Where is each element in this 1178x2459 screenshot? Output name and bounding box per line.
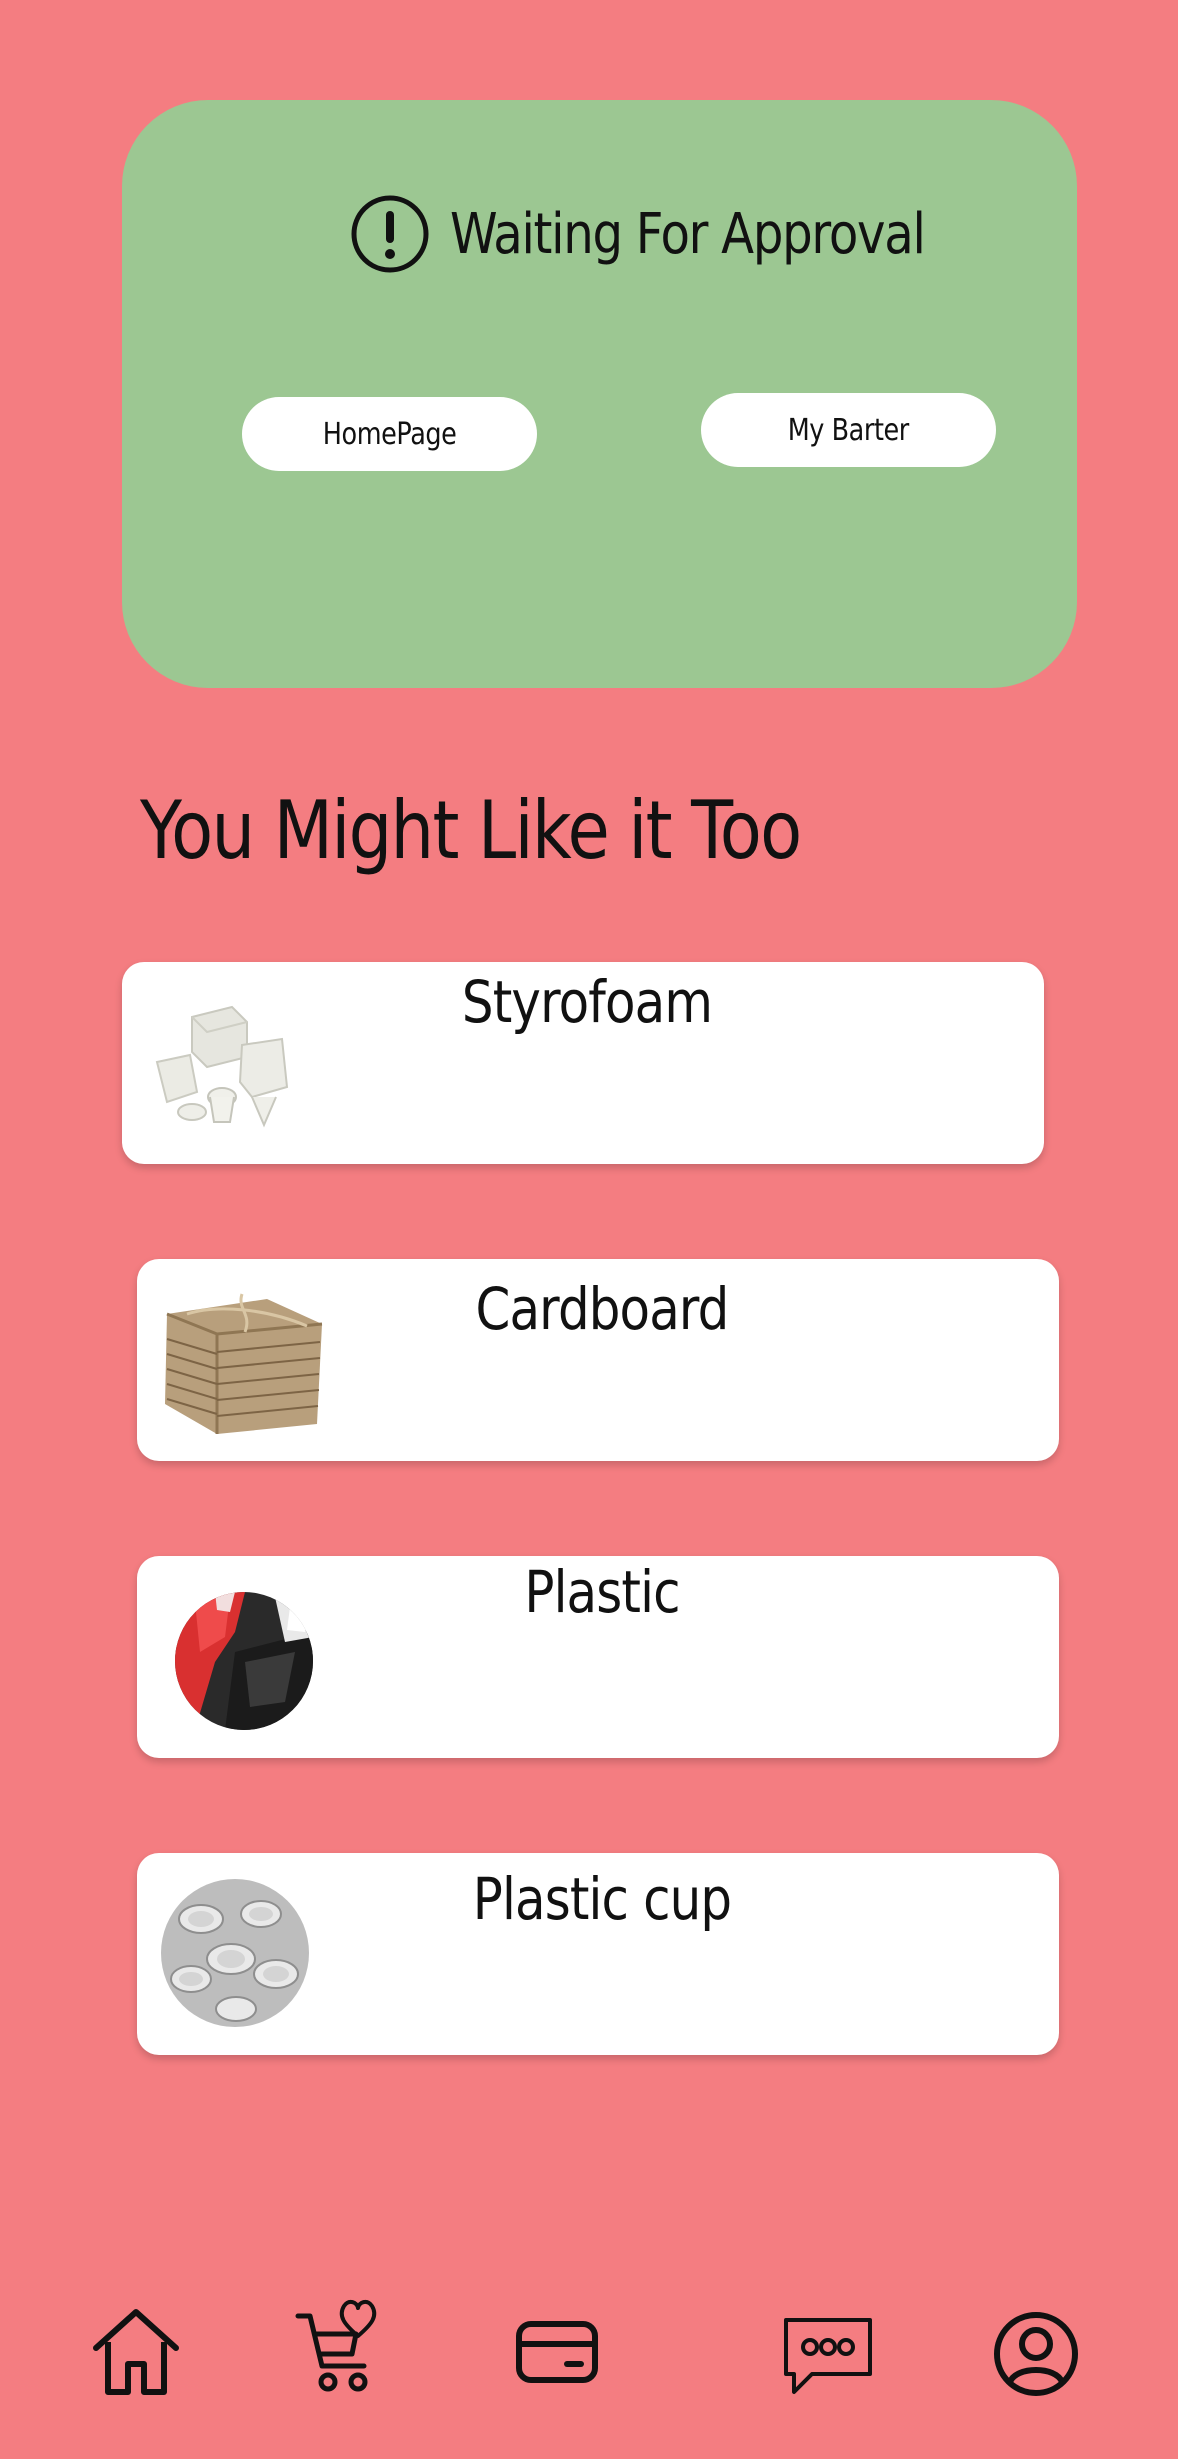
plastic-bags-thumbnail: [175, 1592, 313, 1730]
list-item-label: Plastic cup: [472, 1865, 732, 1933]
list-item[interactable]: Plastic: [137, 1556, 1059, 1758]
styrofoam-thumbnail: [152, 997, 292, 1132]
list-item-label: Plastic: [524, 1558, 680, 1626]
plastic-cups-thumbnail: [161, 1879, 309, 2027]
approval-status-text: Waiting For Approval: [450, 201, 926, 267]
homepage-button-label: HomePage: [322, 416, 457, 452]
list-item[interactable]: Plastic cup: [137, 1853, 1059, 2055]
cardboard-thumbnail: [157, 1284, 329, 1434]
my-barter-button-label: My Barter: [787, 412, 910, 448]
list-item[interactable]: Styrofoam: [122, 962, 1044, 1164]
approval-status: Waiting For Approval: [350, 194, 1002, 274]
home-icon[interactable]: [88, 2304, 184, 2400]
alert-circle-icon: [350, 194, 430, 274]
list-item[interactable]: Cardboard: [137, 1259, 1059, 1461]
approval-card: Waiting For Approval HomePage My Barter: [122, 100, 1077, 688]
list-item-label: Cardboard: [475, 1275, 729, 1343]
profile-icon[interactable]: [992, 2310, 1080, 2398]
homepage-button[interactable]: HomePage: [242, 397, 537, 471]
chat-icon[interactable]: [782, 2316, 874, 2396]
cart-heart-icon[interactable]: [294, 2296, 386, 2396]
recommendations-title: You Might Like it Too: [140, 784, 802, 877]
card-icon[interactable]: [515, 2320, 599, 2384]
list-item-label: Styrofoam: [461, 968, 713, 1036]
bottom-nav: [0, 2280, 1178, 2430]
my-barter-button[interactable]: My Barter: [701, 393, 996, 467]
